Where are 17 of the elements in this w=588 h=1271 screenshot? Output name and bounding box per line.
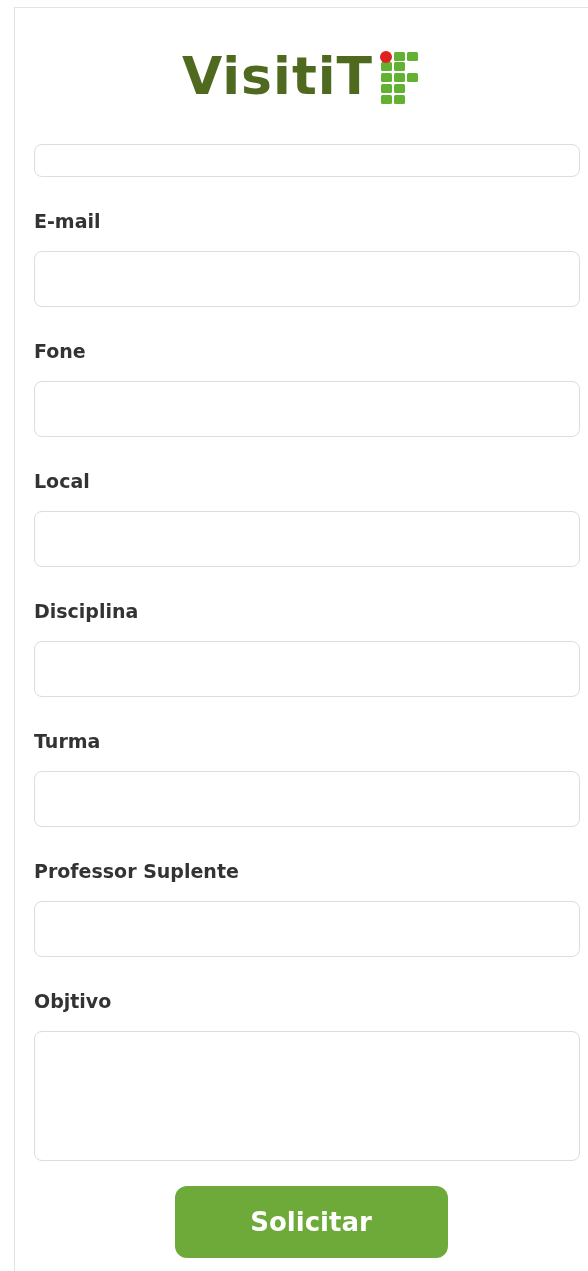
submit-button[interactable]: Solicitar [174,1186,448,1258]
field-label: Local [34,469,91,493]
logo-text: VisitiT [181,50,374,102]
field-label: Fone [34,339,87,363]
field-label: Objtivo [34,989,113,1013]
field-label: E-mail [34,209,102,233]
input-field[interactable] [34,901,580,957]
text-area[interactable] [34,1031,580,1161]
input-field[interactable] [34,144,580,177]
input-field[interactable] [34,251,580,307]
field-label: Professor Suplente [34,859,240,883]
input-field[interactable] [34,771,580,827]
input-field[interactable] [34,511,580,567]
input-field[interactable] [34,641,580,697]
field-label: Disciplina [34,599,140,623]
input-field[interactable] [34,381,580,437]
field-label: Turma [34,729,102,753]
